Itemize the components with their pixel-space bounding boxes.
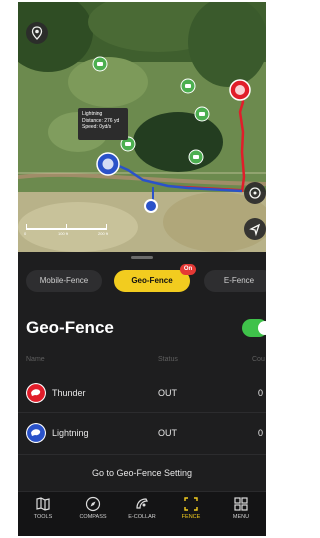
menu-grid-icon: [234, 497, 248, 511]
location-pin-icon: [31, 26, 43, 40]
tab-geo-fence-label: Geo-Fence: [131, 276, 173, 285]
tab-fence-label: FENCE: [181, 514, 201, 520]
map-view[interactable]: Lightning Distance: 276 yd Speed: 0yd/s …: [18, 2, 266, 252]
tab-menu[interactable]: MENU: [216, 496, 266, 520]
navigate-icon: [249, 223, 261, 237]
dog-count: 0: [258, 388, 264, 398]
scale-label-200: 200 ft: [98, 231, 109, 236]
tooltip-speed: Speed: 0yd/s: [82, 124, 112, 130]
drag-handle[interactable]: [131, 256, 153, 259]
user-location-marker: [144, 199, 158, 213]
column-header-name: Name: [26, 356, 45, 363]
geo-fence-toggle[interactable]: [242, 319, 266, 337]
tab-compass[interactable]: COMPASS: [68, 496, 118, 520]
dog-name: Lightning: [52, 428, 89, 438]
tab-mobile-fence[interactable]: Mobile-Fence: [26, 270, 102, 292]
app-screen: Lightning Distance: 276 yd Speed: 0yd/s …: [18, 2, 266, 536]
dog-icon: [26, 423, 46, 443]
location-pin-button[interactable]: [26, 22, 48, 44]
navigate-button[interactable]: [244, 218, 266, 240]
geo-fence-setting-link[interactable]: Go to Geo-Fence Setting: [18, 468, 266, 478]
compass-icon: [85, 496, 101, 512]
dog-info-tooltip: Lightning Distance: 276 yd Speed: 0yd/s: [78, 108, 128, 140]
dog-status: OUT: [158, 428, 177, 438]
dog-name: Thunder: [52, 388, 86, 398]
dog-icon: [26, 383, 46, 403]
recenter-button[interactable]: [244, 182, 266, 204]
tab-geo-fence[interactable]: Geo-Fence On: [114, 264, 196, 292]
table-row[interactable]: Lightning OUT 0: [18, 418, 266, 448]
tab-menu-label: MENU: [232, 514, 250, 520]
table-row[interactable]: Thunder OUT 0: [18, 378, 266, 408]
row-divider: [18, 412, 266, 413]
fence-icon: [184, 497, 198, 511]
scale-label-100: 100 ft: [58, 231, 69, 236]
map-icon: [36, 497, 50, 511]
tab-e-fence[interactable]: E-Fence: [204, 270, 266, 292]
toggle-knob: [258, 321, 266, 335]
tab-tools-label: TOOLS: [33, 514, 53, 520]
fence-panel: Mobile-Fence Geo-Fence On E-Fence Geo-Fe…: [18, 252, 266, 536]
tab-e-collar[interactable]: E-COLLAR: [117, 496, 167, 520]
geo-fence-on-badge: On: [180, 264, 196, 275]
scale-label-0: 0: [24, 231, 27, 236]
column-header-count: Cou: [252, 356, 265, 363]
tab-tools[interactable]: TOOLS: [18, 496, 68, 520]
section-title: Geo-Fence: [26, 318, 114, 337]
row-divider: [18, 454, 266, 455]
e-collar-icon: [136, 498, 148, 509]
tab-compass-label: COMPASS: [79, 514, 107, 520]
map-satellite: [18, 2, 266, 252]
bottom-tab-bar: TOOLS COMPASS E-COLLAR FENCE MENU: [18, 491, 266, 536]
recenter-icon: [249, 187, 261, 199]
tab-fence[interactable]: FENCE: [166, 496, 216, 520]
tab-e-collar-label: E-COLLAR: [128, 514, 156, 520]
fence-type-selector: Mobile-Fence Geo-Fence On E-Fence: [26, 264, 266, 292]
dog-count: 0: [258, 428, 264, 438]
dog-status: OUT: [158, 388, 177, 398]
column-header-status: Status: [158, 356, 178, 363]
